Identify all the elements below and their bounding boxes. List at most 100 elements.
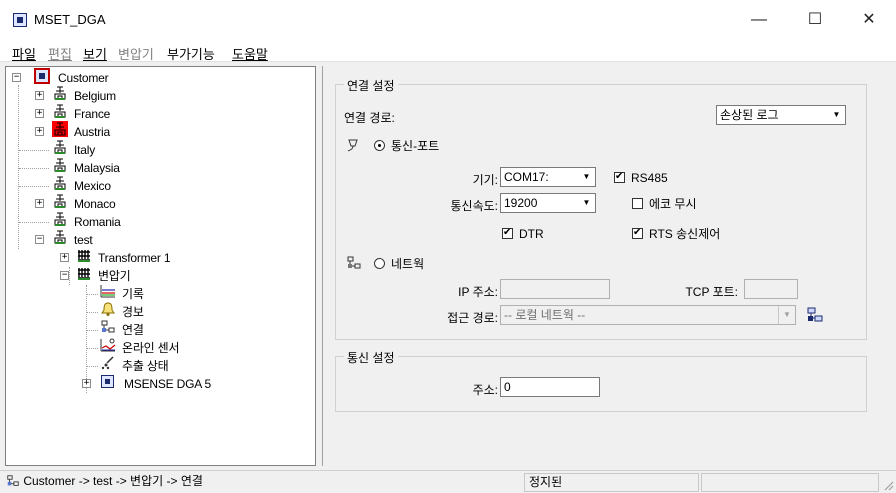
device-label: 기기:	[472, 173, 498, 187]
menu-help[interactable]: 도움말	[232, 44, 268, 63]
chevron-down-icon: ▼	[778, 306, 795, 324]
tree-connector	[86, 330, 98, 331]
tree-connector	[69, 267, 70, 285]
status-path: Customer -> test -> 변압기 -> 연결	[2, 473, 522, 492]
collapse-icon[interactable]: −	[12, 73, 21, 82]
collapse-icon[interactable]: −	[60, 271, 69, 280]
baud-rate-label: 통신속도:	[450, 199, 499, 213]
maximize-button[interactable]: ☐	[792, 0, 838, 40]
chevron-down-icon: ▼	[582, 172, 591, 181]
network-connection-icon	[7, 475, 19, 486]
baud-rate-select[interactable]: 19200 ▼	[500, 193, 596, 213]
tree-label: Belgium	[74, 89, 116, 103]
device-select[interactable]: COM17: ▼	[500, 167, 596, 187]
chevron-down-icon: ▼	[832, 110, 841, 119]
expand-icon[interactable]: +	[82, 379, 91, 388]
tcp-port-label: TCP 포트:	[685, 285, 738, 299]
menu-extras[interactable]: 부가기능	[167, 44, 215, 63]
ignore-echo-checkbox[interactable]: 에코 무시	[632, 197, 697, 213]
rs485-checkbox[interactable]: RS485	[614, 170, 668, 187]
radio-indicator	[374, 140, 385, 152]
checkbox-indicator	[614, 170, 625, 184]
access-path-select[interactable]: -- 로컬 네트웍 -- ▼	[500, 305, 796, 325]
transformer-icon	[78, 250, 90, 262]
resize-grip-icon[interactable]	[882, 479, 894, 491]
window-title: MSET_DGA	[34, 12, 106, 27]
comm-settings-group: 통신 설정 주소: 0	[335, 349, 867, 412]
expand-icon[interactable]: +	[35, 199, 44, 208]
tree-connector	[86, 285, 87, 393]
tree-label: 기록	[122, 287, 144, 301]
tree-label: 연결	[122, 323, 144, 337]
bell-icon	[101, 302, 115, 316]
tree-label: Malaysia	[74, 161, 120, 175]
substation-icon	[54, 194, 66, 208]
tcp-port-field[interactable]	[744, 279, 798, 299]
customer-icon	[34, 68, 50, 84]
address-field[interactable]: 0	[500, 377, 600, 397]
checkbox-indicator	[632, 198, 643, 210]
connection-path-label: 연결 경로:	[344, 111, 395, 125]
chart-record-icon	[100, 285, 115, 298]
substation-icon	[54, 104, 66, 118]
menu-transformer[interactable]: 변압기	[118, 44, 154, 63]
chevron-down-icon: ▼	[582, 198, 591, 207]
serial-port-icon	[347, 139, 358, 152]
status-extra	[701, 473, 879, 492]
tree-label: 경보	[122, 305, 144, 319]
title-bar: MSET_DGA — ☐ ✕	[0, 0, 896, 40]
dtr-checkbox[interactable]: DTR	[502, 226, 544, 243]
status-state: 정지된	[524, 473, 699, 492]
tree-connector	[86, 366, 98, 367]
connection-settings-group: 연결 설정 연결 경로: 손상된 로그 ▼ 통신-포트 기기: COM17: ▼…	[335, 77, 867, 340]
status-path-text: Customer -> test -> 변압기 -> 연결	[23, 474, 203, 488]
tree-label: Mexico	[74, 179, 111, 193]
tree-connector	[19, 168, 49, 169]
collapse-icon[interactable]: −	[35, 235, 44, 244]
menu-file[interactable]: 파일	[12, 44, 36, 63]
substation-icon	[54, 86, 66, 100]
tree-label: MSENSE DGA 5	[124, 377, 211, 391]
tree-panel[interactable]: − Customer + Belgium + France + Austria …	[5, 66, 316, 466]
tree-connector	[86, 294, 98, 295]
tree-label: 추출 상태	[122, 359, 169, 373]
expand-icon[interactable]: +	[35, 91, 44, 100]
substation-icon	[54, 212, 66, 226]
tree-connector	[86, 312, 98, 313]
expand-icon[interactable]: +	[60, 253, 69, 262]
tree-label: Austria	[74, 125, 110, 139]
checkbox-indicator	[502, 226, 513, 240]
tree-label: Italy	[74, 143, 96, 157]
tree-connector	[19, 222, 49, 223]
comm-port-radio[interactable]: 통신-포트	[374, 139, 439, 155]
group-title: 연결 설정	[344, 77, 398, 94]
tree-connector	[19, 150, 49, 151]
menu-edit[interactable]: 편집	[48, 44, 72, 63]
tree-label: 온라인 센서	[122, 341, 180, 355]
radio-indicator	[374, 258, 385, 270]
tree-connector	[86, 348, 98, 349]
network-icon	[347, 256, 361, 269]
checkbox-indicator	[632, 226, 643, 240]
ip-address-field[interactable]	[500, 279, 610, 299]
close-button[interactable]: ✕	[846, 0, 892, 40]
tree-label: France	[74, 107, 111, 121]
network-browse-icon[interactable]	[806, 306, 824, 324]
minimize-button[interactable]: —	[736, 0, 782, 40]
substation-icon	[54, 158, 66, 172]
group-title: 통신 설정	[344, 349, 398, 366]
menu-view[interactable]: 보기	[83, 44, 107, 63]
network-radio[interactable]: 네트웍	[374, 257, 424, 273]
substation-alarm-icon	[52, 121, 68, 137]
rts-control-checkbox[interactable]: RTS 송신제어	[632, 226, 720, 243]
app-icon	[13, 13, 27, 27]
substation-icon	[54, 176, 66, 190]
tree-label: Monaco	[74, 197, 116, 211]
substation-icon	[54, 230, 66, 244]
expand-icon[interactable]: +	[35, 109, 44, 118]
expand-icon[interactable]: +	[35, 127, 44, 136]
substation-icon	[54, 140, 66, 154]
connection-path-select[interactable]: 손상된 로그 ▼	[716, 105, 846, 125]
settings-panel: 연결 설정 연결 경로: 손상된 로그 ▼ 통신-포트 기기: COM17: ▼…	[322, 66, 890, 466]
device-icon	[101, 375, 114, 388]
